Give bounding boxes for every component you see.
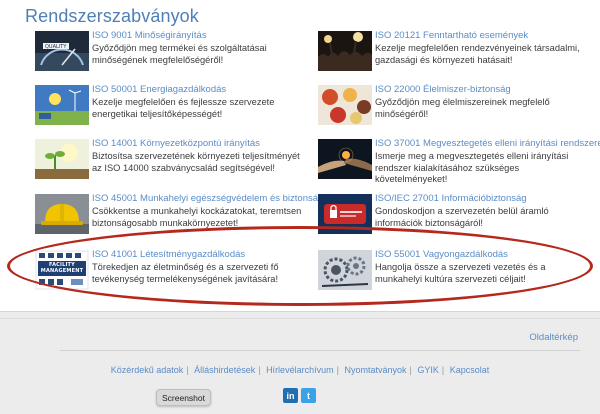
footer-link-newsletter-archive[interactable]: Hírlevélarchívum: [266, 365, 334, 375]
standard-description: Ismerje meg a megvesztegetés elleni irán…: [375, 151, 569, 184]
svg-text:QUALITY: QUALITY: [45, 44, 67, 50]
screenshot-tooltip: Screenshot: [156, 389, 211, 406]
standard-description: Kezelje megfelelően és fejlessze szervez…: [92, 97, 275, 119]
standard-description: Gondoskodjon a szervezetén belül áramló …: [375, 206, 549, 228]
energy-landscape-image[interactable]: [35, 85, 89, 125]
standard-title[interactable]: ISO 22000 Élelmiszer-biztonság: [375, 84, 511, 95]
standard-title[interactable]: ISO 55001 Vagyongazdálkodás: [375, 249, 508, 260]
standard-description: Törekedjen az életminőség és a szervezet…: [92, 262, 279, 284]
footer-links: Közérdekű adatok | Álláshirdetések | Hírle…: [0, 365, 600, 375]
environment-sprout-image[interactable]: [35, 139, 89, 179]
facility-management-image[interactable]: FACILITY MANAGEMENT: [35, 250, 89, 290]
standard-title[interactable]: ISO 37001 Megvesztegetés elleni irányítá…: [375, 138, 600, 149]
standard-item-iso-9001[interactable]: QUALITY ISO 9001 Minőségirányítás Győződ…: [35, 30, 305, 75]
sitemap-link[interactable]: Oldaltérkép: [529, 332, 578, 343]
social-links: in t: [283, 388, 316, 403]
standard-item-iso-41001[interactable]: FACILITY MANAGEMENT ISO 41001 Létesítmén…: [35, 249, 305, 294]
standard-title[interactable]: ISO 9001 Minőségirányítás: [92, 30, 207, 41]
gears-image[interactable]: [318, 250, 372, 290]
standard-title[interactable]: ISO 50001 Energiagazdálkodás: [92, 84, 226, 95]
security-lock-image[interactable]: [318, 194, 372, 234]
footer-separator: [0, 318, 600, 319]
standards-panel: Rendszerszabványok QUALITY ISO 9001 Minő…: [0, 0, 600, 312]
standard-item-iso-22000[interactable]: ISO 22000 Élelmiszer-biztonság Győződjön…: [318, 84, 588, 129]
footer-link-separator: |: [186, 365, 189, 375]
standard-item-iso-37001[interactable]: ISO 37001 Megvesztegetés elleni irányítá…: [318, 138, 600, 184]
section-title: Rendszerszabványok: [25, 6, 199, 26]
standard-description: Kezelje megfelelően rendezvényeinek társ…: [375, 43, 580, 65]
standard-description: Győződjön meg termékei és szolgáltatásai…: [92, 43, 267, 65]
standard-description: Csökkentse a munkahelyi kockázatokat, te…: [92, 206, 302, 228]
footer-link-jobs[interactable]: Álláshirdetések: [194, 365, 255, 375]
standard-title[interactable]: ISO 14001 Környezetközpontú irányítás: [92, 138, 260, 149]
footer-link-faq[interactable]: GYIK: [417, 365, 439, 375]
standard-item-iso-45001[interactable]: ISO 45001 Munkahelyi egészségvédelem és …: [35, 193, 323, 238]
linkedin-icon[interactable]: in: [283, 388, 298, 403]
standard-item-iso-50001[interactable]: ISO 50001 Energiagazdálkodás Kezelje meg…: [35, 84, 305, 129]
footer-divider: [60, 350, 580, 351]
standard-item-iso-27001[interactable]: ISO/IEC 27001 Információbiztonság Gondos…: [318, 193, 588, 238]
twitter-icon[interactable]: t: [301, 388, 316, 403]
quality-gauge-image[interactable]: QUALITY: [35, 31, 89, 71]
standard-title[interactable]: ISO 45001 Munkahelyi egészségvédelem és …: [92, 193, 323, 204]
footer-link-public-data[interactable]: Közérdekű adatok: [111, 365, 184, 375]
footer-link-separator: |: [409, 365, 412, 375]
standard-item-iso-55001[interactable]: ISO 55001 Vagyongazdálkodás Hangolja öss…: [318, 249, 588, 294]
footer-link-separator: |: [441, 365, 445, 375]
handshake-image[interactable]: [318, 139, 372, 179]
footer-link-separator: |: [336, 365, 339, 375]
standard-item-iso-20121[interactable]: ISO 20121 Fenntartható események Kezelje…: [318, 30, 588, 75]
standard-title[interactable]: ISO 20121 Fenntartható események: [375, 30, 528, 41]
standard-title[interactable]: ISO 41001 Létesítménygazdálkodás: [92, 249, 245, 260]
event-crowd-image[interactable]: [318, 31, 372, 71]
footer-link-forms[interactable]: Nyomtatványok: [344, 365, 406, 375]
standard-item-iso-14001[interactable]: ISO 14001 Környezetközpontú irányítás Bi…: [35, 138, 305, 183]
footer-link-separator: |: [258, 365, 261, 375]
standard-title[interactable]: ISO/IEC 27001 Információbiztonság: [375, 193, 527, 204]
standard-description: Győződjön meg élelmiszereinek megfelelő …: [375, 97, 550, 119]
facility-management-image-text: FACILITY MANAGEMENT: [40, 262, 84, 274]
food-plates-image[interactable]: [318, 85, 372, 125]
standard-description: Hangolja össze a szervezeti vezetés és a…: [375, 262, 546, 284]
standard-description: Biztosítsa szervezetének környezeti telj…: [92, 151, 300, 173]
footer-link-contact[interactable]: Kapcsolat: [450, 365, 490, 375]
safety-helmet-image[interactable]: [35, 194, 89, 234]
